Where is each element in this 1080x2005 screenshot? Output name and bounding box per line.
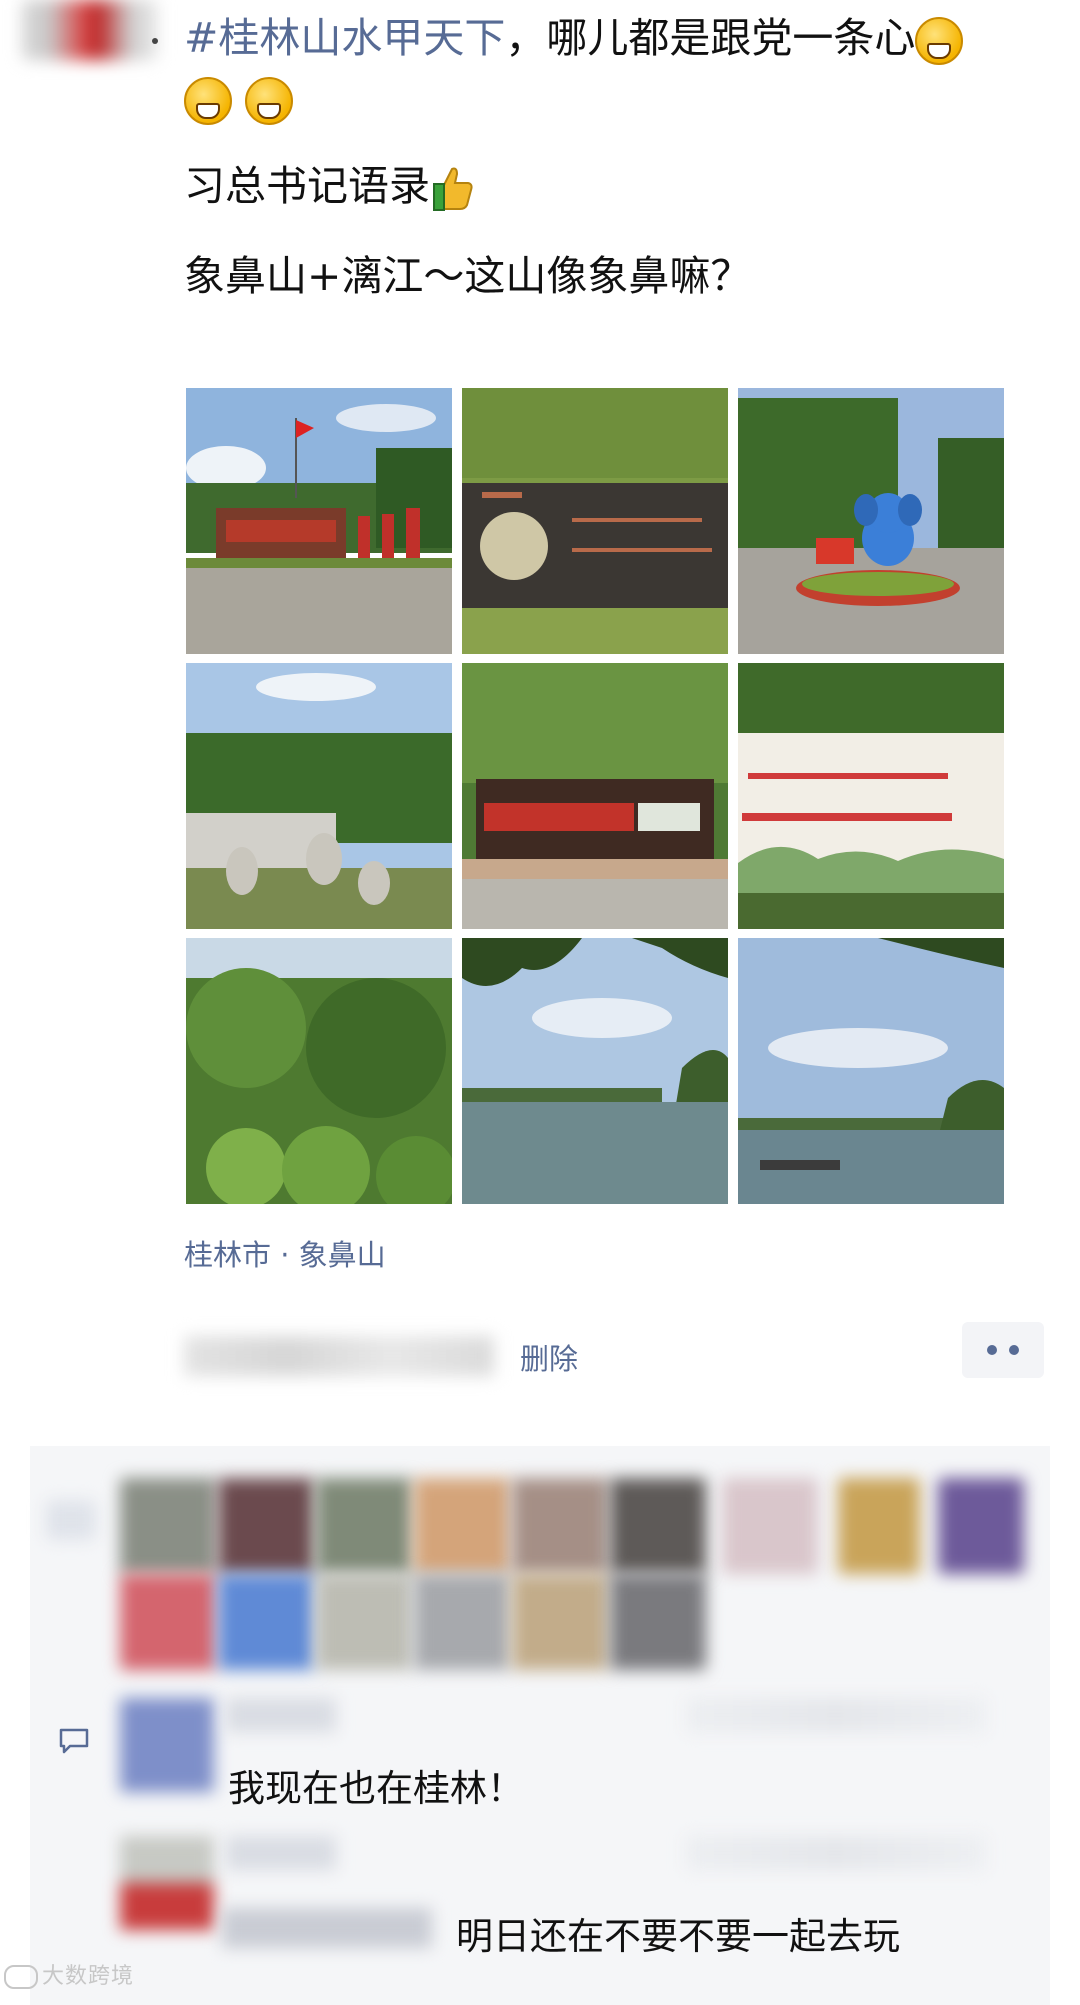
stone-plaque-photo[interactable] [462,388,728,654]
commenter-avatar[interactable] [120,1698,214,1792]
grin-emoji-icon [184,77,232,125]
liker-avatar[interactable] [120,1478,216,1574]
more-actions-button[interactable] [962,1322,1044,1378]
elephant-statue-photo[interactable] [738,388,1004,654]
red-banner-photo[interactable] [738,663,1004,929]
park-entrance-photo[interactable] [186,388,452,654]
grin-emoji-icon [915,17,964,65]
liker-avatar[interactable] [938,1478,1024,1574]
river-view-photo[interactable] [462,938,728,1204]
grin-emoji-icon [245,77,294,125]
post-line-1-text: ，哪儿都是跟党一条心 [505,14,916,62]
separator-dot [152,38,158,44]
post-line-2-text: 习总书记语录 [184,162,430,210]
comment-text[interactable]: 我现在也在桂林！ [228,1758,524,1812]
comment-time-blurred [686,1698,986,1732]
post-line-3: 象鼻山+漓江～这山像象鼻嘛？ [184,252,752,300]
commenter-name-blurred[interactable] [226,1836,336,1870]
poster-avatar[interactable] [22,0,158,60]
liker-avatar[interactable] [120,1574,216,1670]
liker-avatar[interactable] [610,1574,706,1670]
dot-icon [1009,1345,1019,1355]
photo-grid [186,388,1004,1204]
watermark-text: 大数跨境 [42,1964,135,1989]
commenter-avatar[interactable] [120,1836,214,1930]
dot-icon [987,1345,997,1355]
post-body: #桂林山水甲天下，哪儿都是跟党一条心 习总书记语录 象鼻山+漓江～这山像象鼻嘛？ [184,8,1054,306]
notice-board-photo[interactable] [462,663,728,929]
post-line-1: #桂林山水甲天下，哪儿都是跟党一条心 [184,8,1054,68]
reply-to-blurred [222,1908,432,1948]
liker-avatar[interactable] [610,1478,706,1574]
commenter-name-blurred[interactable] [226,1698,336,1732]
liker-avatar[interactable] [414,1574,510,1670]
watermark-logo: 大数跨境 [4,1958,134,1990]
post-line-2: 习总书记语录 [184,156,1054,216]
liker-avatar[interactable] [414,1478,510,1574]
comment-time-blurred [686,1836,986,1870]
liker-avatar[interactable] [316,1574,412,1670]
post-line-1b [184,68,1054,128]
liker-avatar[interactable] [512,1574,608,1670]
location-link[interactable]: 桂林市 · 象鼻山 [184,1232,386,1274]
timestamp-blurred [184,1336,494,1376]
comment-icon [59,1728,89,1754]
hashtag-link[interactable]: #桂林山水甲天下 [184,14,505,62]
liker-avatar[interactable] [218,1574,314,1670]
liker-avatar[interactable] [218,1478,314,1574]
river-boat-photo[interactable] [738,938,1004,1204]
liker-avatar[interactable] [838,1478,920,1574]
heart-icon [46,1500,96,1540]
liker-avatar[interactable] [316,1478,412,1574]
watermark-icon [4,1965,38,1989]
green-foliage-photo[interactable] [186,938,452,1204]
liker-avatar[interactable] [512,1478,608,1574]
comment-text[interactable]: 明日还在不要不要一起去玩 [456,1906,900,1960]
liker-avatar[interactable] [722,1478,818,1574]
thumbs-up-emoji-icon [430,165,476,213]
delete-button[interactable]: 删除 [520,1336,578,1378]
stone-sculptures-photo[interactable] [186,663,452,929]
